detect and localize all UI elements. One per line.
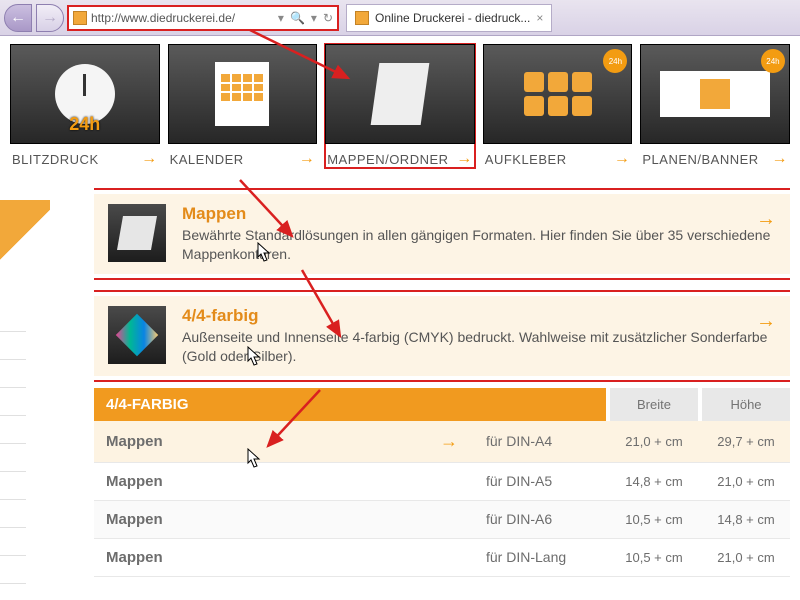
card-thumb: [108, 204, 166, 262]
col-height: Höhe: [702, 388, 790, 421]
card-44farbig[interactable]: 4/4-farbig Außenseite und Innenseite 4-f…: [94, 296, 790, 376]
category-label: KALENDER: [170, 152, 244, 167]
back-icon: ←: [10, 9, 26, 27]
row-height: 21,0 + cm: [702, 474, 790, 489]
card-desc: Außenseite und Innenseite 4-farbig (CMYK…: [182, 328, 776, 366]
arrow-icon: →: [756, 310, 776, 333]
forward-button[interactable]: →: [36, 4, 64, 32]
arrow-icon: →: [614, 150, 631, 168]
table-row[interactable]: Mappen für DIN-Lang 10,5 + cm 21,0 + cm: [94, 539, 790, 577]
forward-icon: →: [42, 9, 58, 27]
category-label: PLANEN/BANNER: [642, 152, 758, 167]
row-name: Mappen: [106, 433, 163, 450]
arrow-icon: →: [456, 150, 473, 168]
url-dropdown-icon[interactable]: ▾: [278, 11, 284, 25]
browser-chrome: ← → http://www.diedruckerei.de/ ▾ 🔍 ▾ ↻ …: [0, 0, 800, 36]
tab-title: Online Druckerei - diedruck...: [375, 11, 530, 25]
card-mappen[interactable]: Mappen Bewährte Standardlösungen in alle…: [94, 194, 790, 274]
card-thumb: [108, 306, 166, 364]
arrow-icon: →: [440, 431, 458, 452]
arrow-icon: →: [756, 208, 776, 231]
cursor-icon: [244, 346, 262, 368]
arrow-icon: →: [141, 150, 158, 168]
address-bar[interactable]: http://www.diedruckerei.de/ ▾ 🔍 ▾ ↻: [68, 6, 338, 30]
category-kalender[interactable]: KALENDER →: [168, 44, 318, 168]
badge-24h-text: 24h: [69, 114, 100, 135]
category-label: MAPPEN/ORDNER: [327, 152, 448, 167]
favicon-icon: [73, 11, 87, 25]
stickers-icon: [524, 72, 592, 116]
category-blitzdruck[interactable]: 24h BLITZDRUCK →: [10, 44, 160, 168]
refresh-icon[interactable]: ↻: [323, 11, 333, 25]
table-row[interactable]: Mappen → für DIN-A4 21,0 + cm 29,7 + cm: [94, 421, 790, 463]
product-table: 4/4-FARBIG Breite Höhe Mappen → für DIN-A…: [94, 388, 790, 577]
row-width: 10,5 + cm: [610, 512, 698, 527]
row-name: Mappen: [106, 511, 163, 528]
row-name: Mappen: [106, 549, 163, 566]
banner-icon: [660, 71, 770, 117]
category-label: AUFKLEBER: [485, 152, 567, 167]
row-width: 10,5 + cm: [610, 550, 698, 565]
color-icon: [116, 314, 158, 356]
row-height: 14,8 + cm: [702, 512, 790, 527]
search-dropdown-icon[interactable]: ▾: [311, 11, 317, 25]
row-name: Mappen: [106, 473, 163, 490]
card-title: 4/4-farbig: [182, 306, 776, 326]
table-heading: 4/4-FARBIG: [94, 388, 606, 421]
badge-24h-icon: 24h: [603, 49, 627, 73]
row-height: 29,7 + cm: [702, 434, 790, 449]
sidebar-fragment: [0, 200, 50, 270]
table-row[interactable]: Mappen für DIN-A6 10,5 + cm 14,8 + cm: [94, 501, 790, 539]
row-format: für DIN-A6: [486, 511, 606, 527]
row-width: 14,8 + cm: [610, 474, 698, 489]
card-mappen-wrap: Mappen Bewährte Standardlösungen in alle…: [94, 188, 790, 280]
search-icon[interactable]: 🔍: [290, 11, 305, 25]
col-width: Breite: [610, 388, 698, 421]
cursor-icon: [244, 448, 262, 470]
category-label: BLITZDRUCK: [12, 152, 99, 167]
arrow-icon: →: [771, 150, 788, 168]
row-format: für DIN-Lang: [486, 549, 606, 565]
browser-tab[interactable]: Online Druckerei - diedruck... ×: [346, 4, 552, 32]
row-height: 21,0 + cm: [702, 550, 790, 565]
badge-24h-icon: 24h: [761, 49, 785, 73]
sidebar-lines: [0, 304, 26, 584]
folder-icon: [371, 63, 430, 125]
category-aufkleber[interactable]: 24h AUFKLEBER →: [483, 44, 633, 168]
card-44farbig-wrap: 4/4-farbig Außenseite und Innenseite 4-f…: [94, 290, 790, 382]
tab-favicon-icon: [355, 11, 369, 25]
category-planen-banner[interactable]: 24h PLANEN/BANNER →: [640, 44, 790, 168]
url-text: http://www.diedruckerei.de/: [91, 11, 235, 25]
table-row[interactable]: Mappen für DIN-A5 14,8 + cm 21,0 + cm: [94, 463, 790, 501]
table-header: 4/4-FARBIG Breite Höhe: [94, 388, 790, 421]
category-mappen-ordner[interactable]: MAPPEN/ORDNER →: [325, 44, 475, 168]
cursor-icon: [254, 242, 272, 264]
arrow-icon: →: [299, 150, 316, 168]
row-width: 21,0 + cm: [610, 434, 698, 449]
row-format: für DIN-A4: [486, 433, 606, 449]
card-title: Mappen: [182, 204, 776, 224]
calendar-icon: [215, 62, 269, 126]
close-icon[interactable]: ×: [536, 11, 543, 25]
row-format: für DIN-A5: [486, 473, 606, 489]
category-row: 24h BLITZDRUCK → KALENDER → MAPPEN/ORDNER →…: [0, 36, 800, 168]
folder-icon: [117, 216, 157, 250]
back-button[interactable]: ←: [4, 4, 32, 32]
